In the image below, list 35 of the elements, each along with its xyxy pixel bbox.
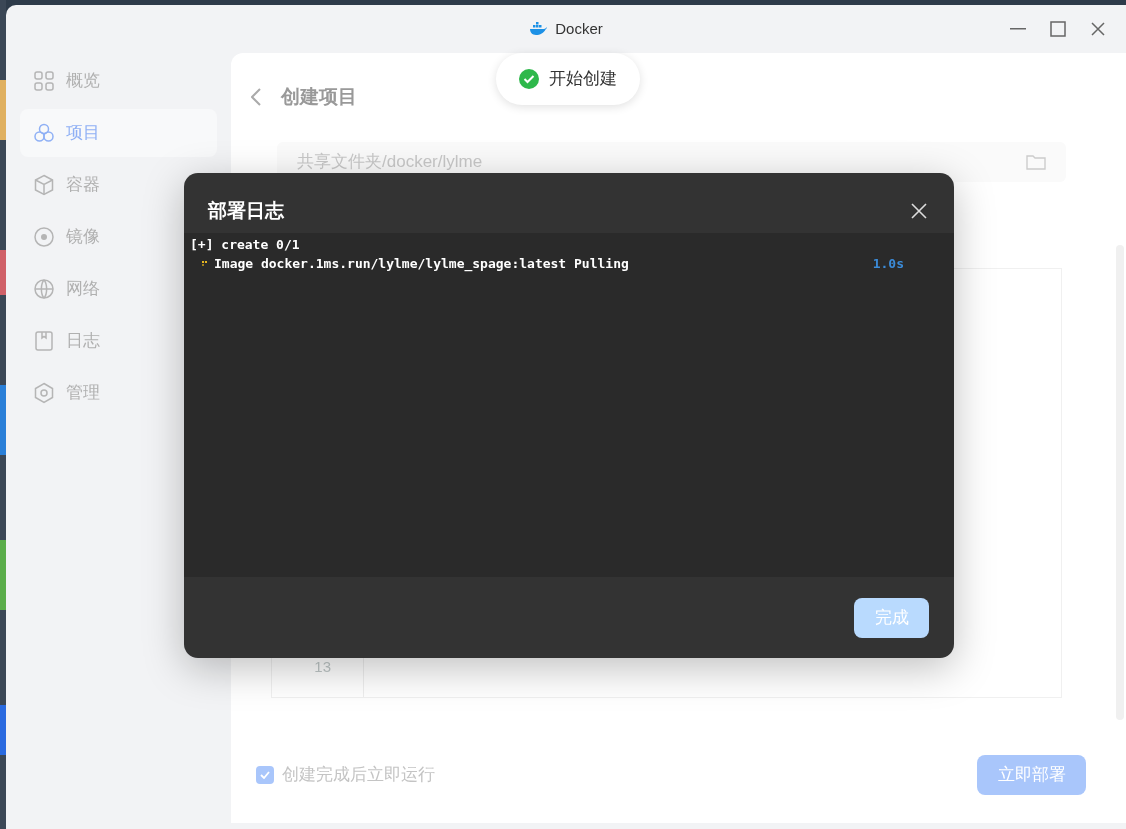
maximize-button[interactable] bbox=[1048, 19, 1068, 39]
chevron-left-icon bbox=[251, 88, 261, 107]
close-button[interactable] bbox=[910, 202, 928, 220]
window-title: Docker bbox=[555, 18, 603, 39]
close-icon bbox=[1091, 22, 1105, 36]
log-line: Image docker.1ms.run/lylme/lylme_spage:latest Pulling bbox=[214, 255, 629, 273]
hexagon-nut-icon bbox=[32, 381, 56, 405]
grid-icon bbox=[32, 69, 56, 93]
maximize-icon bbox=[1050, 21, 1066, 37]
elapsed-time: 1.0s bbox=[872, 255, 904, 273]
log-line: [+] create 0/1 bbox=[190, 236, 301, 254]
bookmark-icon bbox=[32, 329, 56, 353]
dialog-title: 部署日志 bbox=[208, 198, 284, 223]
disc-icon bbox=[32, 225, 56, 249]
checkbox[interactable] bbox=[256, 766, 274, 784]
cube-icon bbox=[32, 173, 56, 197]
sidebar-item[interactable]: 日志 bbox=[20, 317, 217, 365]
hexagons-icon bbox=[32, 121, 56, 145]
toast: 开始创建 bbox=[496, 53, 640, 105]
checkbox-label: 创建完成后立即运行 bbox=[282, 764, 435, 787]
minimize-icon bbox=[1010, 28, 1026, 30]
folder-icon bbox=[1026, 153, 1046, 170]
close-icon bbox=[911, 203, 927, 219]
line-number: 13 bbox=[314, 657, 331, 677]
check-icon bbox=[260, 771, 270, 779]
globe-icon bbox=[32, 277, 56, 301]
success-icon bbox=[519, 69, 539, 89]
whale-icon bbox=[529, 22, 548, 36]
sidebar-item[interactable]: 概览 bbox=[20, 57, 217, 105]
done-button[interactable]: 完成 bbox=[854, 597, 929, 638]
page-title: 创建项目 bbox=[281, 85, 357, 109]
spinner-icon bbox=[202, 260, 208, 267]
sidebar-item[interactable]: 项目 bbox=[20, 109, 217, 157]
sidebar-item[interactable]: 管理 bbox=[20, 369, 217, 417]
deploy-button[interactable]: 立即部署 bbox=[977, 755, 1086, 795]
